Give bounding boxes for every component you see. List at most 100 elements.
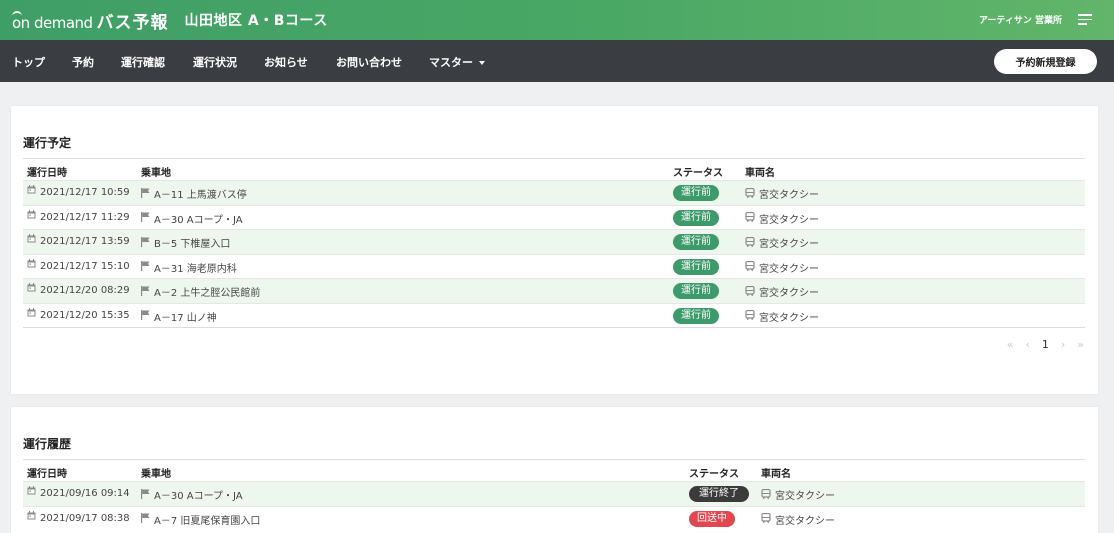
row-datetime: 2021/12/17 15:10: [27, 258, 130, 272]
nav-item-contact[interactable]: お問い合わせ: [336, 54, 402, 70]
pager-next-button[interactable]: ›: [1061, 338, 1065, 351]
nav-item-master[interactable]: マスター: [429, 54, 485, 70]
calendar-icon: [27, 307, 36, 320]
row-stop: A－11 上馬渡バス停: [141, 186, 247, 202]
status-badge: 運行前: [673, 307, 719, 324]
column-header-status: ステータス: [673, 168, 723, 179]
bus-icon: [745, 285, 755, 299]
row-stop: A－7 旧夏尾保育園入口: [141, 512, 260, 528]
calendar-icon: [27, 258, 36, 271]
status-badge: 運行前: [673, 185, 719, 201]
table-row[interactable]: 2021/12/17 10:59 A－11 上馬渡バス停 運行前 宮交タクシー: [23, 180, 1085, 205]
row-vehicle: 宮交タクシー: [745, 284, 819, 300]
table-row[interactable]: 2021/12/20 15:35 A－17 山ノ神 運行前 宮交タクシー: [23, 302, 1085, 328]
row-vehicle: 宮交タクシー: [745, 186, 819, 202]
calendar-icon: [27, 510, 36, 523]
schedule-title: 運行予定: [23, 136, 72, 150]
row-datetime: 2021/12/17 10:59: [27, 185, 130, 198]
table-row[interactable]: 2021/12/17 13:59 B－5 下椎屋入口 運行前 宮交タクシー: [23, 229, 1085, 254]
column-header-vehicle: 車両名: [761, 469, 791, 480]
flag-icon: [141, 236, 150, 250]
row-vehicle: 宮交タクシー: [745, 211, 819, 227]
row-datetime: 2021/12/17 13:59: [27, 234, 130, 247]
table-bottom-border: [23, 327, 1085, 328]
row-stop: B－5 下椎屋入口: [141, 235, 230, 251]
nav-item-master-label: マスター: [429, 56, 473, 69]
flag-icon: [141, 488, 150, 502]
row-stop: A－17 山ノ神: [141, 309, 217, 325]
status-badge: 運行前: [673, 283, 719, 299]
pager-first-button[interactable]: «: [1007, 338, 1014, 351]
pager-prev-button[interactable]: ‹: [1025, 338, 1029, 351]
calendar-icon: [27, 486, 36, 498]
row-datetime: 2021/09/16 09:14: [27, 486, 130, 499]
history-table-header: 運行日時 乗車地 ステータス 車両名: [23, 459, 1085, 481]
bus-icon: [745, 187, 755, 201]
history-rows: 2021/09/16 09:14 A－30 Aコープ・JA 運行終了 宮交タクシー 20…: [23, 481, 1085, 530]
nav-item-news[interactable]: お知らせ: [264, 54, 308, 70]
table-row[interactable]: 2021/12/20 08:29 A－2 上牛之脛公民館前 運行前 宮交タクシー: [23, 278, 1085, 303]
row-datetime: 2021/12/20 15:35: [27, 307, 130, 321]
schedule-card: 運行予定 運行日時 乗車地 ステータス 車両名 2021/12/17 10:59…: [11, 106, 1098, 394]
nav-item-operation-status[interactable]: 運行状況: [193, 54, 237, 70]
bus-icon: [745, 260, 755, 274]
table-row[interactable]: 2021/09/16 09:14 A－30 Aコープ・JA 運行終了 宮交タクシー: [23, 481, 1085, 506]
bus-icon: [745, 211, 755, 225]
status-badge: 運行前: [673, 209, 719, 226]
row-stop: A－2 上牛之脛公民館前: [141, 284, 260, 300]
row-stop: A－30 Aコープ・JA: [141, 211, 243, 227]
main-nav: トップ 予約 運行確認 運行状況 お知らせ お問い合わせ マスター 予約新規登録: [0, 40, 1114, 82]
column-header-stop: 乗車地: [141, 168, 171, 179]
row-datetime: 2021/09/17 08:38: [27, 510, 130, 524]
status-badge: 運行終了: [689, 486, 749, 502]
bus-icon: [745, 236, 755, 250]
bus-icon: [761, 488, 771, 502]
status-badge: 運行前: [673, 258, 719, 275]
column-header-vehicle: 車両名: [745, 168, 775, 179]
column-header-datetime: 運行日時: [27, 469, 67, 480]
row-vehicle: 宮交タクシー: [761, 487, 835, 503]
history-card: 運行履歴 運行日時 乗車地 ステータス 車両名 2021/09/16 09:14…: [11, 407, 1098, 533]
schedule-table: 運行日時 乗車地 ステータス 車両名 2021/12/17 10:59 A－11 …: [23, 158, 1085, 328]
logo[interactable]: on demand バス予報: [12, 8, 169, 33]
schedule-rows: 2021/12/17 10:59 A－11 上馬渡バス停 運行前 宮交タクシー 2021…: [23, 180, 1085, 327]
history-title: 運行履歴: [23, 437, 72, 451]
new-reservation-button[interactable]: 予約新規登録: [994, 49, 1097, 74]
flag-icon: [141, 285, 150, 299]
column-header-datetime: 運行日時: [27, 168, 67, 179]
row-vehicle: 宮交タクシー: [761, 512, 835, 528]
bus-icon: [761, 512, 771, 526]
nav-item-reservation[interactable]: 予約: [72, 54, 94, 70]
calendar-icon: [27, 185, 36, 197]
hamburger-menu-icon[interactable]: [1078, 14, 1092, 25]
logo-prefix: on demand: [12, 10, 93, 32]
pager-current-page[interactable]: 1: [1042, 338, 1049, 351]
row-vehicle: 宮交タクシー: [745, 235, 819, 251]
user-name[interactable]: アーティサン 営業所: [979, 13, 1062, 26]
calendar-icon: [27, 234, 36, 246]
course-title: 山田地区 A・Bコース: [184, 13, 328, 29]
flag-icon: [141, 310, 150, 323]
row-vehicle: 宮交タクシー: [745, 260, 819, 276]
status-badge: 回送中: [689, 510, 735, 527]
flag-icon: [141, 212, 150, 225]
pager-last-button[interactable]: »: [1077, 338, 1084, 351]
history-table: 運行日時 乗車地 ステータス 車両名 2021/09/16 09:14 A－30 …: [23, 459, 1085, 530]
flag-icon: [141, 187, 150, 201]
pagination: « ‹ 1 › »: [995, 338, 1084, 351]
status-badge: 運行前: [673, 234, 719, 250]
nav-item-operation-check[interactable]: 運行確認: [121, 54, 165, 70]
row-vehicle: 宮交タクシー: [745, 309, 819, 325]
column-header-stop: 乗車地: [141, 469, 171, 480]
flag-icon: [141, 261, 150, 274]
column-header-status: ステータス: [689, 469, 739, 480]
row-datetime: 2021/12/20 08:29: [27, 283, 130, 296]
app-header: on demand バス予報 山田地区 A・Bコース アーティサン 営業所: [0, 0, 1114, 40]
table-row[interactable]: 2021/12/17 11:29 A－30 Aコープ・JA 運行前 宮交タクシー: [23, 204, 1085, 230]
table-row[interactable]: 2021/12/17 15:10 A－31 海老原内科 運行前 宮交タクシー: [23, 253, 1085, 279]
logo-main-text: バス予報: [96, 12, 169, 33]
flag-icon: [141, 513, 150, 526]
caret-down-icon: [479, 61, 485, 65]
nav-item-top[interactable]: トップ: [12, 54, 45, 70]
table-row[interactable]: 2021/09/17 08:38 A－7 旧夏尾保育園入口 回送中 宮交タクシー: [23, 505, 1085, 531]
